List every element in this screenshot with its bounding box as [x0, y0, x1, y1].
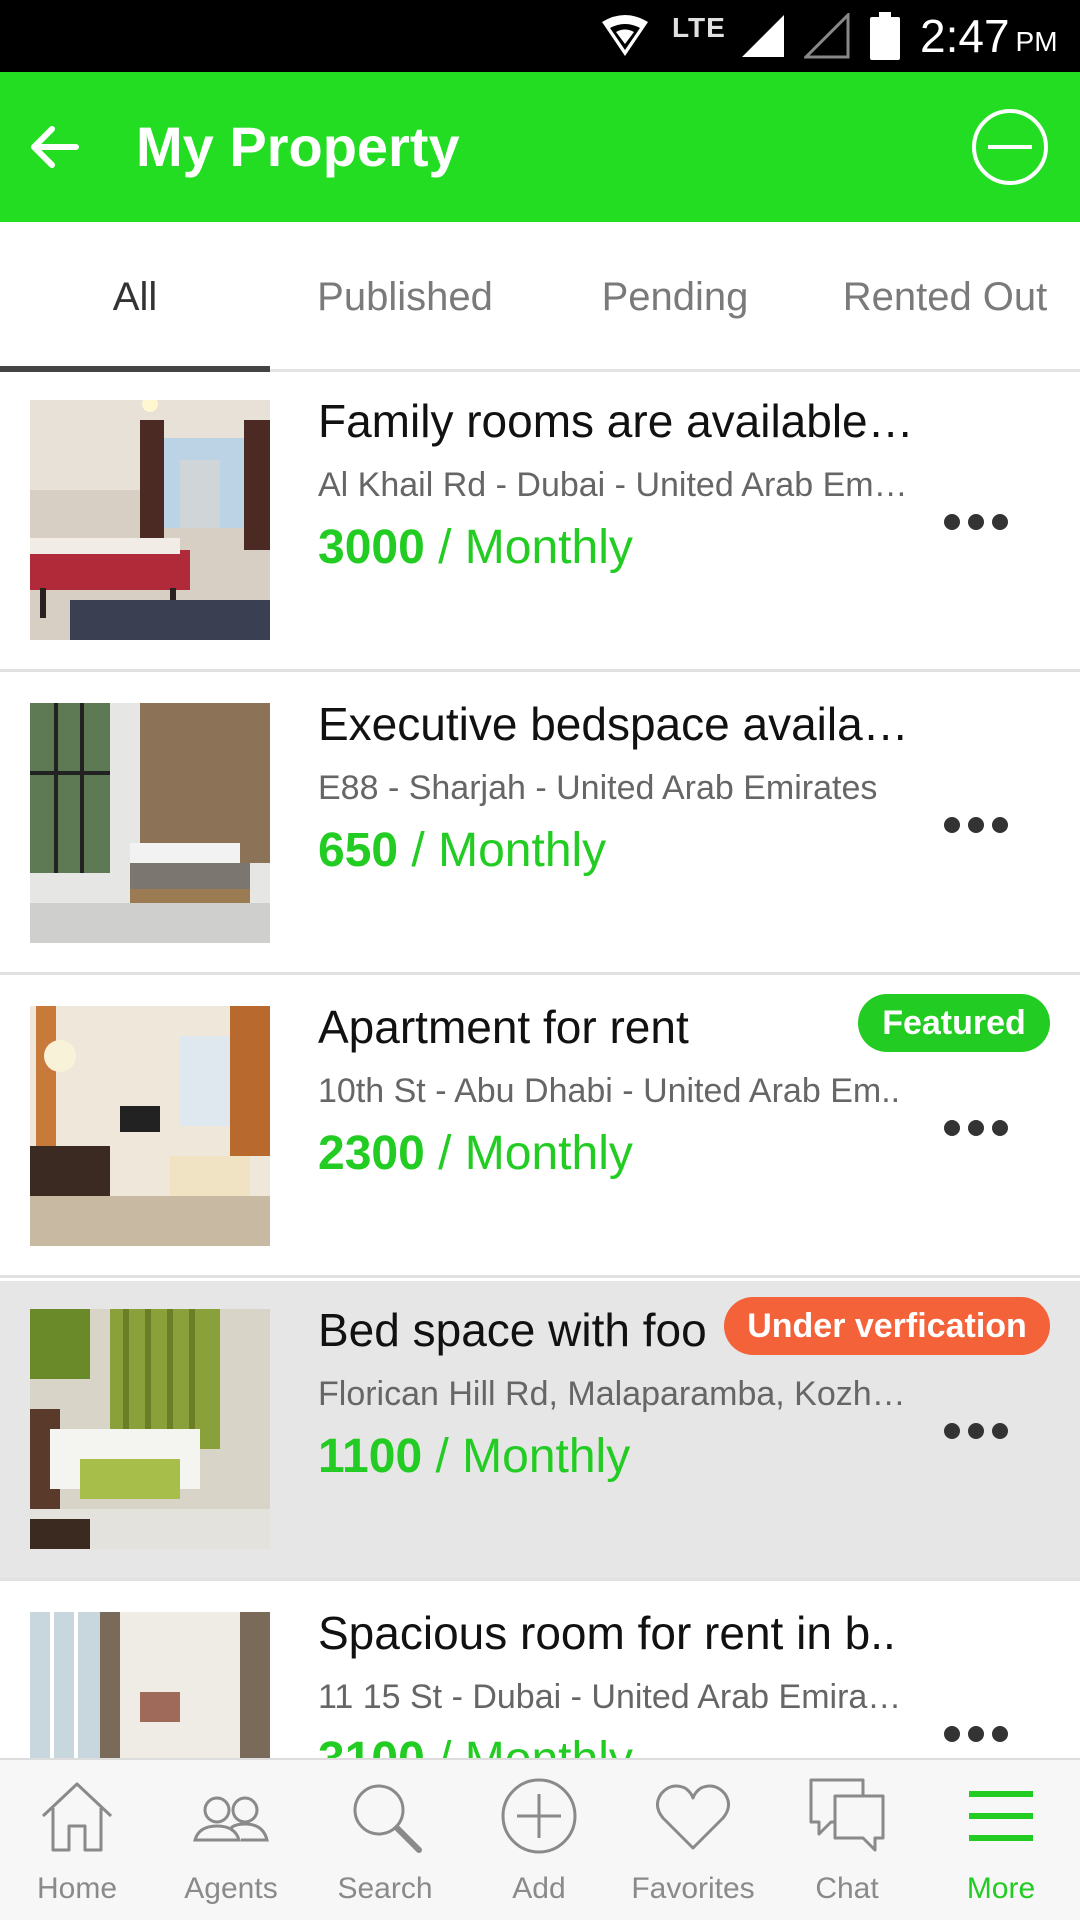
listing-address: 10th St - Abu Dhabi - United Arab Em.. [318, 1072, 901, 1110]
network-type: LTE [672, 12, 726, 43]
tab-rented-out[interactable]: Rented Out [810, 222, 1080, 372]
featured-badge: Featured [858, 994, 1050, 1052]
nav-label: More [966, 1872, 1036, 1905]
nav-label: Home [36, 1872, 118, 1905]
arrow-left-icon [31, 126, 79, 168]
listing-address: 11 15 St - Dubai - United Arab Emira… [318, 1678, 902, 1716]
more-options-button[interactable] [936, 795, 1016, 855]
list-item[interactable]: Spacious room for rent in b.. 11 15 St -… [0, 1584, 1080, 1758]
property-photo [30, 1309, 270, 1549]
clock: 2:47 PM [920, 0, 1058, 72]
tab-published[interactable]: Published [270, 222, 540, 372]
listing-title: Spacious room for rent in b.. [318, 1607, 896, 1659]
price-amount: 2300 [318, 1127, 425, 1180]
nav-label: Favorites [631, 1872, 755, 1905]
list-item[interactable]: Executive bedspace availa… E88 - Sharjah… [0, 675, 1080, 975]
more-options-button[interactable] [936, 1098, 1016, 1158]
nav-label: Search [337, 1872, 433, 1905]
price-amount: 3100 [318, 1733, 425, 1758]
price-period: / Monthly [422, 1430, 631, 1483]
listing-price: 3000 / Monthly [318, 520, 633, 575]
nav-more[interactable]: More [924, 1760, 1078, 1920]
heart-icon [656, 1784, 730, 1850]
agents-icon [193, 1796, 269, 1842]
page-title: My Property [136, 115, 460, 178]
nav-home[interactable]: Home [0, 1760, 154, 1920]
listing-title: Family rooms are available… [318, 395, 914, 447]
bottom-navigation: Home Agents Search Add Favorites Chat Mo… [0, 1758, 1080, 1920]
verification-badge: Under verfication [724, 1297, 1050, 1355]
chat-icon [809, 1778, 885, 1852]
listing-price: 1100 / Monthly [318, 1429, 630, 1484]
price-amount: 1100 [318, 1430, 423, 1483]
tab-all[interactable]: All [0, 222, 270, 372]
nav-agents[interactable]: Agents [154, 1760, 308, 1920]
battery-icon [870, 0, 900, 72]
list-item[interactable]: Bed space with foo Florican Hill Rd, Mal… [0, 1281, 1080, 1581]
back-button[interactable] [14, 107, 94, 187]
listing-title: Executive bedspace availa… [318, 698, 909, 750]
nav-add[interactable]: Add [462, 1760, 616, 1920]
listing-address: Florican Hill Rd, Malaparamba, Kozh… [318, 1375, 906, 1413]
listing-price: 3100 / Monthly [318, 1732, 633, 1758]
more-options-button[interactable] [936, 1401, 1016, 1461]
nav-search[interactable]: Search [308, 1760, 462, 1920]
signal-icon [804, 0, 850, 72]
property-photo [30, 1006, 270, 1246]
property-photo [30, 1612, 270, 1758]
more-options-button[interactable] [936, 1704, 1016, 1758]
minus-circle-icon [972, 109, 1048, 185]
nav-label: Chat [815, 1872, 879, 1905]
list-item[interactable]: Apartment for rent 10th St - Abu Dhabi -… [0, 978, 1080, 1278]
wifi-icon [600, 0, 650, 72]
listing-address: E88 - Sharjah - United Arab Emirates [318, 769, 878, 807]
ampm-text: PM [1015, 26, 1058, 57]
property-photo [30, 400, 270, 640]
nav-chat[interactable]: Chat [770, 1760, 924, 1920]
nav-label: Add [512, 1872, 566, 1905]
nav-favorites[interactable]: Favorites [616, 1760, 770, 1920]
time-text: 2:47 [920, 10, 1010, 62]
price-period: / Monthly [424, 1127, 633, 1180]
price-period: / Monthly [424, 521, 633, 574]
search-icon [353, 1784, 422, 1853]
app-bar: My Property [0, 72, 1080, 222]
price-period: / Monthly [425, 1733, 633, 1758]
listing-address: Al Khail Rd - Dubai - United Arab Em… [318, 466, 908, 504]
status-bar: LTE 2:47 PM [0, 0, 1080, 72]
price-period: / Monthly [398, 824, 607, 877]
menu-icon [969, 1791, 1033, 1841]
signal-icon [740, 0, 786, 72]
listing-price: 2300 / Monthly [318, 1126, 633, 1181]
home-icon [41, 1782, 113, 1852]
listing-title: Apartment for rent [318, 1001, 689, 1053]
tab-pending[interactable]: Pending [540, 222, 810, 372]
property-list[interactable]: Family rooms are available… Al Khail Rd … [0, 372, 1080, 1758]
tab-bar: All Published Pending Rented Out [0, 222, 1080, 372]
nav-label: Agents [184, 1872, 278, 1905]
more-options-button[interactable] [936, 492, 1016, 552]
add-icon [501, 1778, 577, 1854]
remove-button[interactable] [970, 107, 1050, 187]
list-item[interactable]: Family rooms are available… Al Khail Rd … [0, 372, 1080, 672]
property-photo [30, 703, 270, 943]
price-amount: 3000 [318, 521, 425, 574]
listing-price: 650 / Monthly [318, 823, 606, 878]
price-amount: 650 [318, 824, 399, 877]
